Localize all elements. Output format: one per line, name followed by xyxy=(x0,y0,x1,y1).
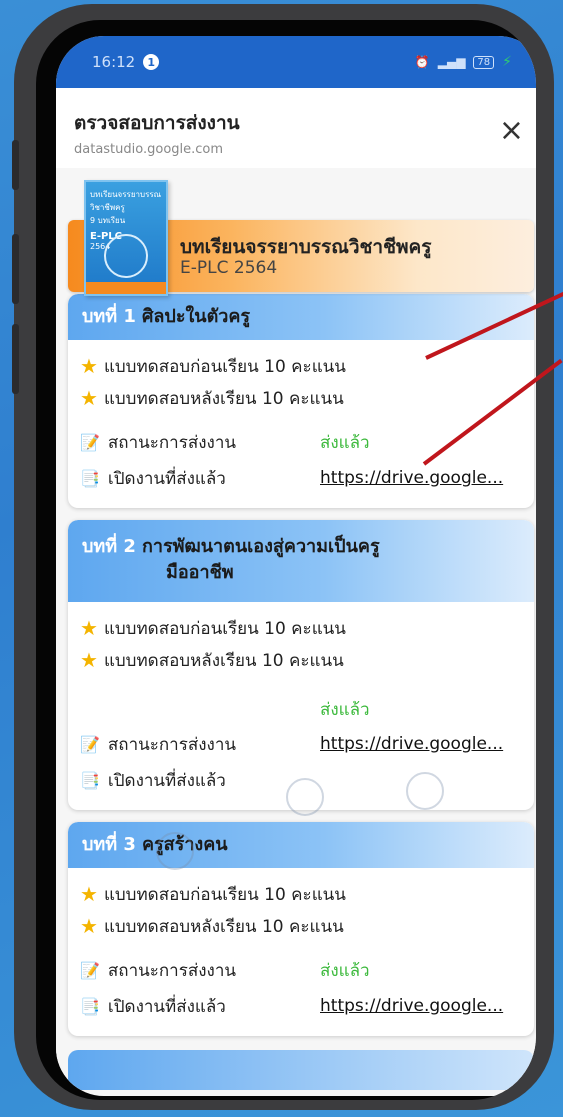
open-label: เปิดงานที่ส่งแล้ว xyxy=(107,996,226,1017)
status-time: 16:12 xyxy=(92,53,136,71)
dialog-title: ตรวจสอบการส่งงาน xyxy=(74,112,240,134)
content: บทเรียนจรรยาบรรณวิชาชีพครู 9 บทเรียน E-P… xyxy=(56,168,536,1090)
status-value: ส่งแล้ว xyxy=(320,699,370,720)
touch-indicator xyxy=(156,832,194,870)
star-icon: ★ xyxy=(80,616,98,640)
side-button xyxy=(12,140,19,190)
phone-frame: 16:12 1 ⏰ ▂▄▆ 78 ⚡ ตรวจสอบการส่งงาน data… xyxy=(12,4,554,1110)
memo-icon: 📝 xyxy=(80,734,100,754)
lesson-number: บทที่ 3 xyxy=(82,834,136,855)
pretest-label: แบบทดสอบก่อนเรียน 10 คะแนน xyxy=(103,618,346,639)
star-icon: ★ xyxy=(80,914,98,938)
side-button xyxy=(12,234,19,304)
submission-link[interactable]: https://drive.google... xyxy=(320,728,524,760)
lesson-card-2: บทที่ 2 การพัฒนาตนเองสู่ความเป็นครู มืออา… xyxy=(68,520,534,810)
bulb-icon xyxy=(104,234,148,278)
dialog-header: ตรวจสอบการส่งงาน datastudio.google.com × xyxy=(56,88,536,168)
phone-bezel: 16:12 1 ⏰ ▂▄▆ 78 ⚡ ตรวจสอบการส่งงาน data… xyxy=(36,20,536,1100)
document-icon: 📑 xyxy=(80,468,100,488)
book-cover-image: บทเรียนจรรยาบรรณวิชาชีพครู 9 บทเรียน E-P… xyxy=(84,180,168,296)
notification-icon: 1 xyxy=(143,54,160,70)
book-cover-bar xyxy=(86,282,166,294)
memo-icon: 📝 xyxy=(80,960,100,980)
lesson-card-3: บทที่ 3 ครูสร้างคน ★ แบบทดสอบก่อนเรียน 10 … xyxy=(68,822,534,1036)
touch-indicator xyxy=(406,772,444,810)
submission-link[interactable]: https://drive.google... xyxy=(320,462,524,494)
posttest-label: แบบทดสอบหลังเรียน 10 คะแนน xyxy=(103,650,344,671)
document-icon: 📑 xyxy=(80,996,100,1016)
dialog-url: datastudio.google.com xyxy=(74,142,224,157)
status-label: สถานะการส่งงาน xyxy=(107,432,237,453)
status-label: สถานะการส่งงาน xyxy=(107,734,237,755)
alarm-icon: ⏰ xyxy=(414,55,430,69)
star-icon: ★ xyxy=(80,648,98,672)
status-value: ส่งแล้ว xyxy=(320,960,370,981)
star-icon: ★ xyxy=(80,386,98,410)
charging-icon: ⚡ xyxy=(502,54,512,70)
battery-icon: 78 xyxy=(473,55,495,69)
pretest-label: แบบทดสอบก่อนเรียน 10 คะแนน xyxy=(103,356,346,377)
book-cover-title: บทเรียนจรรยาบรรณวิชาชีพครู xyxy=(90,190,162,212)
lesson-card-1: บทที่ 1 ศิลปะในตัวครู ★ แบบทดสอบก่อนเรียน … xyxy=(68,294,534,508)
touch-indicator xyxy=(286,778,324,816)
star-icon: ★ xyxy=(80,354,98,378)
screen: 16:12 1 ⏰ ▂▄▆ 78 ⚡ ตรวจสอบการส่งงาน data… xyxy=(56,36,536,1096)
document-icon: 📑 xyxy=(80,770,100,790)
course-subtitle: E-PLC 2564 xyxy=(180,258,278,278)
book-cover-sub: 9 บทเรียน xyxy=(90,216,126,225)
star-icon: ★ xyxy=(80,882,98,906)
lesson-header: บทที่ 2 การพัฒนาตนเองสู่ความเป็นครู มืออา… xyxy=(68,520,534,602)
side-button xyxy=(12,324,19,394)
open-label: เปิดงานที่ส่งแล้ว xyxy=(107,468,226,489)
memo-icon: 📝 xyxy=(80,432,100,452)
submission-link[interactable]: https://drive.google... xyxy=(320,990,524,1022)
signal-icon: ▂▄▆ xyxy=(437,55,466,69)
lesson-name: ศิลปะในตัวครู xyxy=(141,306,251,327)
status-value: ส่งแล้ว xyxy=(320,432,370,453)
course-banner: บทเรียนจรรยาบรรณวิชาชีพครู 9 บทเรียน E-P… xyxy=(68,180,534,296)
lesson-card-4-partial xyxy=(68,1050,534,1090)
posttest-label: แบบทดสอบหลังเรียน 10 คะแนน xyxy=(103,916,344,937)
status-bar: 16:12 1 ⏰ ▂▄▆ 78 ⚡ xyxy=(56,36,536,88)
posttest-label: แบบทดสอบหลังเรียน 10 คะแนน xyxy=(103,388,344,409)
lesson-name-line2: มืออาชีพ xyxy=(166,562,234,583)
lesson-number: บทที่ 2 xyxy=(82,536,136,557)
status-label: สถานะการส่งงาน xyxy=(107,960,237,981)
lesson-number: บทที่ 1 xyxy=(82,306,136,327)
open-label: เปิดงานที่ส่งแล้ว xyxy=(107,770,226,791)
lesson-header: บทที่ 1 ศิลปะในตัวครู xyxy=(68,294,534,340)
lesson-header: บทที่ 3 ครูสร้างคน xyxy=(68,822,534,868)
pretest-label: แบบทดสอบก่อนเรียน 10 คะแนน xyxy=(103,884,346,905)
close-icon[interactable]: × xyxy=(499,116,524,146)
lesson-name: การพัฒนาตนเองสู่ความเป็นครู xyxy=(141,536,380,557)
